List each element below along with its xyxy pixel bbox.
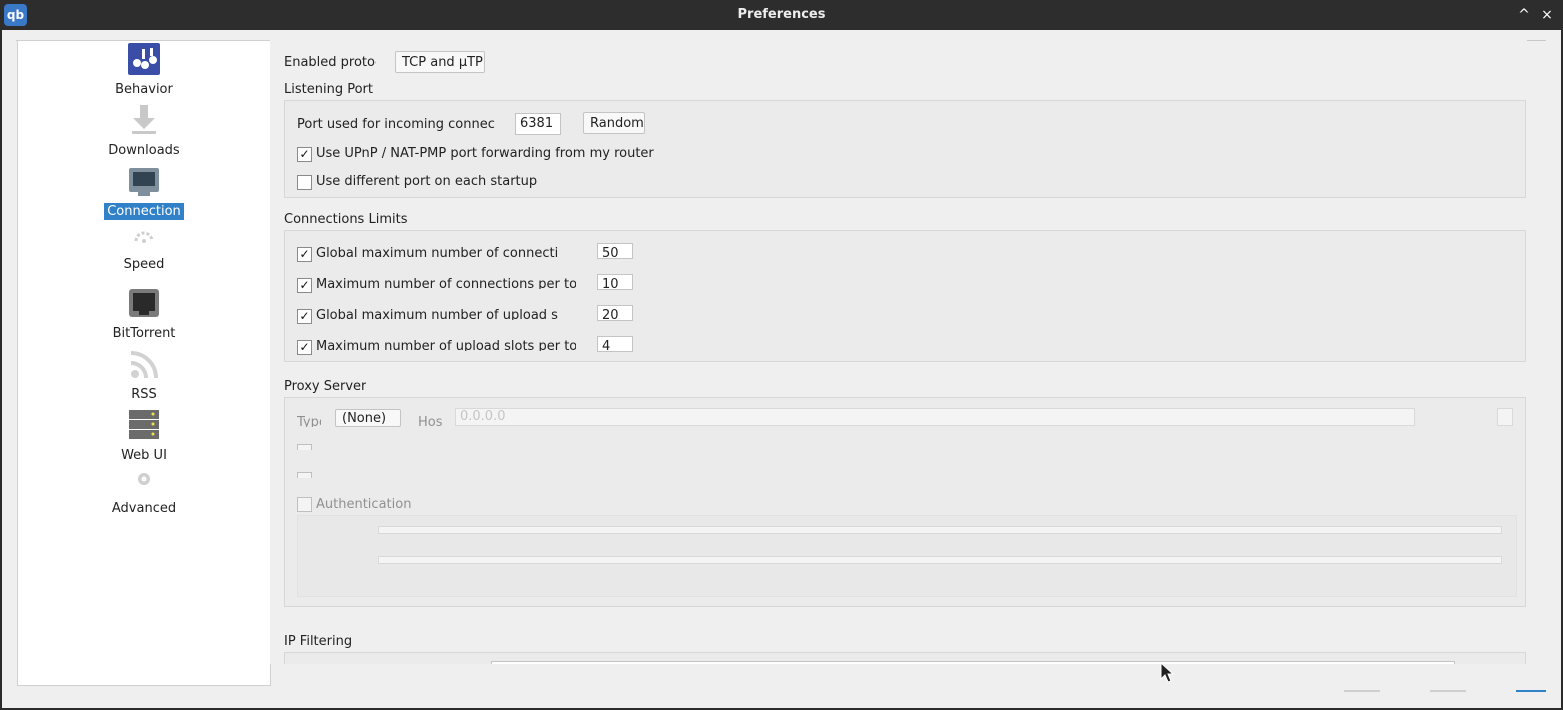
- enabled-protocol-label: Enabled protocol: [284, 55, 376, 70]
- bittorrent-icon: [128, 287, 160, 319]
- sidebar-item-label: Speed: [123, 257, 165, 272]
- listening-port-group: Port used for incoming connections 6381 …: [284, 100, 1526, 198]
- authentication-checkbox[interactable]: [297, 497, 312, 512]
- close-button[interactable]: ×: [1538, 6, 1556, 24]
- mouse-cursor-icon: [1160, 661, 1175, 688]
- proxy-password-input[interactable]: [378, 556, 1502, 564]
- connection-limits-title: Connections Limits: [284, 212, 408, 227]
- upnp-checkbox[interactable]: ✓: [297, 147, 312, 162]
- connection-limits-group: ✓ Global maximum number of connections: …: [284, 230, 1526, 362]
- proxy-host-input[interactable]: 0.0.0.0: [455, 408, 1415, 426]
- preferences-sidebar: Behavior Downloads Connection Speed BitT…: [17, 40, 271, 686]
- gear-icon: [128, 469, 160, 501]
- global-max-connections-checkbox[interactable]: ✓: [297, 247, 312, 262]
- port-input[interactable]: 6381: [515, 113, 561, 135]
- apply-button[interactable]: [1516, 690, 1546, 692]
- port-label: Port used for incoming connections: [297, 117, 495, 132]
- proxy-option-checkbox[interactable]: [297, 472, 312, 478]
- proxy-username-input[interactable]: [378, 526, 1502, 534]
- global-max-upload-slots-checkbox[interactable]: ✓: [297, 309, 312, 324]
- sidebar-item-label: Downloads: [108, 143, 180, 158]
- network-icon: [128, 165, 160, 197]
- selected-label: Connection: [104, 203, 184, 220]
- sidebar-item-label: BitTorrent: [112, 326, 176, 341]
- upnp-label: Use UPnP / NAT-PMP port forwarding from …: [316, 146, 654, 161]
- sidebar-item-label: Advanced: [111, 501, 177, 516]
- preferences-window: Behavior Downloads Connection Speed BitT…: [2, 30, 1561, 708]
- proxy-host-label: Host:: [418, 415, 442, 427]
- global-max-connections-input[interactable]: 50: [597, 243, 633, 259]
- max-connections-per-torrent-checkbox[interactable]: ✓: [297, 278, 312, 293]
- ip-filtering-title: IP Filtering: [284, 634, 353, 649]
- enabled-protocol-select[interactable]: TCP and μTP: [395, 51, 485, 73]
- proxy-server-title: Proxy Server: [284, 379, 367, 394]
- download-icon: [128, 103, 160, 135]
- behavior-icon: [128, 43, 160, 75]
- different-port-checkbox[interactable]: [297, 175, 312, 190]
- max-upload-slots-per-torrent-label: Maximum number of upload slots per torre…: [316, 339, 576, 351]
- proxy-type-select[interactable]: (None): [335, 409, 401, 427]
- title-bar: qb Preferences ^ ×: [0, 0, 1563, 30]
- proxy-port-input[interactable]: [1497, 408, 1513, 426]
- proxy-server-group: Type: (None) Host: 0.0.0.0 Authenticatio…: [284, 397, 1526, 607]
- rss-icon: [128, 349, 160, 381]
- global-max-upload-slots-input[interactable]: 20: [597, 305, 633, 321]
- authentication-label: Authentication: [316, 497, 412, 512]
- sidebar-item-label: Web UI: [121, 448, 167, 463]
- sidebar-item-label: Connection: [18, 203, 270, 220]
- sidebar-item-label: RSS: [131, 387, 157, 402]
- ip-filter-path-input[interactable]: [491, 661, 1455, 664]
- cancel-button[interactable]: [1430, 690, 1466, 692]
- proxy-type-label: Type:: [297, 415, 321, 427]
- ok-button[interactable]: [1344, 690, 1380, 692]
- max-upload-slots-per-torrent-input[interactable]: 4: [597, 336, 633, 352]
- global-max-upload-slots-label: Global maximum number of upload slots:: [316, 308, 558, 320]
- random-port-button[interactable]: Random: [583, 112, 645, 134]
- global-max-connections-label: Global maximum number of connections:: [316, 246, 558, 258]
- connection-settings-panel: Enabled protocol TCP and μTP Listening P…: [270, 40, 1527, 664]
- different-port-label: Use different port on each startup: [316, 174, 538, 189]
- speedometer-icon: [128, 225, 160, 257]
- max-upload-slots-per-torrent-checkbox[interactable]: ✓: [297, 340, 312, 355]
- webui-icon: [128, 409, 160, 441]
- ip-filtering-group: [284, 652, 1526, 664]
- sidebar-item-label: Behavior: [115, 82, 173, 97]
- authentication-group: [297, 515, 1517, 597]
- window-title: Preferences: [737, 7, 826, 22]
- max-connections-per-torrent-input[interactable]: 10: [597, 274, 633, 290]
- maximize-button[interactable]: ^: [1515, 6, 1533, 24]
- max-connections-per-torrent-label: Maximum number of connections per torren…: [316, 277, 576, 289]
- proxy-option-checkbox[interactable]: [297, 444, 312, 450]
- listening-port-title: Listening Port: [284, 82, 373, 97]
